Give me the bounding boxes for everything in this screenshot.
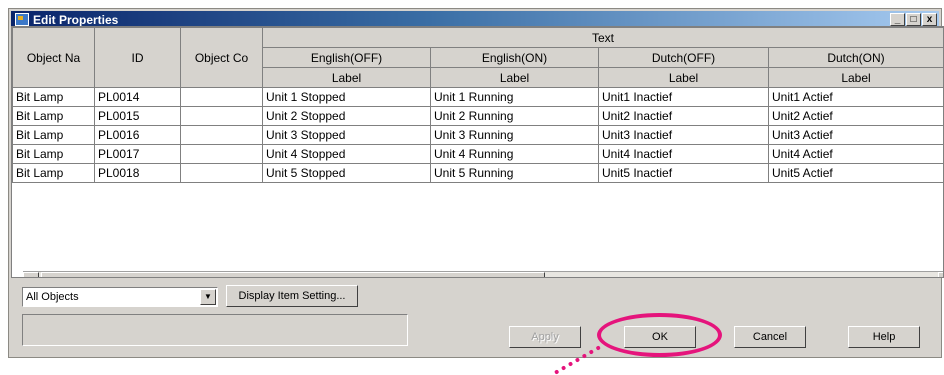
table-cell[interactable]: Unit1 Inactief (598, 87, 769, 107)
scroll-thumb[interactable] (41, 272, 545, 277)
table-cell[interactable]: PL0018 (94, 163, 181, 183)
table-cell[interactable] (180, 106, 263, 126)
display-item-setting-button[interactable]: Display Item Setting... (226, 285, 358, 307)
col-header-object-comment[interactable]: Object Co (180, 27, 263, 88)
chevron-down-icon[interactable]: ▼ (200, 289, 216, 305)
close-button[interactable]: x (922, 13, 937, 26)
table-cell[interactable]: Bit Lamp (12, 87, 95, 107)
cancel-button[interactable]: Cancel (734, 326, 806, 348)
table-cell[interactable]: Unit 1 Stopped (262, 87, 431, 107)
table-cell[interactable]: Unit 4 Stopped (262, 144, 431, 164)
properties-grid[interactable]: Object Na ID Object Co Text English(OFF)… (11, 26, 944, 278)
sub-header-label: Label (262, 67, 431, 88)
table-row[interactable]: Bit Lamp PL0016 Unit 3 Stopped Unit 3 Runni… (12, 125, 943, 145)
table-cell[interactable]: PL0017 (94, 144, 181, 164)
horizontal-scrollbar[interactable]: ◀ ▶ (23, 271, 943, 277)
sub-header-label: Label (767, 67, 943, 88)
table-cell[interactable]: Unit 1 Running (430, 87, 599, 107)
sub-header-label: Label (598, 67, 769, 88)
window-title: Edit Properties (33, 13, 119, 27)
table-cell[interactable]: Unit3 Actief (767, 125, 943, 145)
table-cell[interactable]: Bit Lamp (12, 144, 95, 164)
col-header-english-off[interactable]: English(OFF) (262, 47, 431, 68)
table-cell[interactable]: Unit1 Actief (767, 87, 943, 107)
table-cell[interactable]: Unit5 Inactief (598, 163, 769, 183)
col-header-id[interactable]: ID (94, 27, 181, 88)
table-cell[interactable]: Unit 5 Running (430, 163, 599, 183)
scroll-right-icon[interactable]: ▶ (938, 272, 943, 277)
table-cell[interactable] (180, 163, 263, 183)
table-cell[interactable]: Bit Lamp (12, 106, 95, 126)
table-cell[interactable]: PL0015 (94, 106, 181, 126)
col-header-object-name[interactable]: Object Na (12, 27, 95, 88)
object-filter-select[interactable]: All Objects ▼ (22, 287, 218, 307)
table-cell[interactable]: Unit 2 Stopped (262, 106, 431, 126)
col-header-text-group: Text (261, 27, 943, 48)
table-row[interactable]: Bit Lamp PL0014 Unit 1 Stopped Unit 1 Runni… (12, 87, 943, 107)
table-row[interactable]: Bit Lamp PL0017 Unit 4 Stopped Unit 4 Runni… (12, 144, 943, 164)
col-header-dutch-off[interactable]: Dutch(OFF) (598, 47, 769, 68)
table-cell[interactable]: Bit Lamp (12, 163, 95, 183)
table-row[interactable]: Bit Lamp PL0018 Unit 5 Stopped Unit 5 Runni… (12, 163, 943, 183)
table-cell[interactable]: Bit Lamp (12, 125, 95, 145)
table-cell[interactable]: Unit2 Actief (767, 106, 943, 126)
table-cell[interactable] (180, 125, 263, 145)
table-cell[interactable] (180, 87, 263, 107)
table-cell[interactable]: Unit4 Actief (767, 144, 943, 164)
table-row[interactable]: Bit Lamp PL0015 Unit 2 Stopped Unit 2 Runni… (12, 106, 943, 126)
table-cell[interactable]: Unit 3 Stopped (262, 125, 431, 145)
table-cell[interactable]: PL0014 (94, 87, 181, 107)
maximize-button[interactable]: □ (906, 13, 921, 26)
scroll-left-icon[interactable]: ◀ (23, 272, 39, 277)
help-button[interactable]: Help (848, 326, 920, 348)
minimize-button[interactable]: _ (890, 13, 905, 26)
table-cell[interactable]: Unit 2 Running (430, 106, 599, 126)
table-cell[interactable]: Unit 4 Running (430, 144, 599, 164)
status-panel (22, 314, 408, 346)
table-cell[interactable]: Unit3 Inactief (598, 125, 769, 145)
col-header-english-on[interactable]: English(ON) (430, 47, 599, 68)
table-cell[interactable]: Unit 5 Stopped (262, 163, 431, 183)
table-cell[interactable]: Unit5 Actief (767, 163, 943, 183)
table-cell[interactable]: Unit2 Inactief (598, 106, 769, 126)
object-filter-value: All Objects (26, 291, 79, 303)
table-cell[interactable] (180, 144, 263, 164)
ok-highlight-annotation (597, 313, 722, 357)
table-cell[interactable]: PL0016 (94, 125, 181, 145)
table-cell[interactable]: Unit 3 Running (430, 125, 599, 145)
sub-header-label: Label (430, 67, 599, 88)
app-icon (15, 13, 29, 26)
col-header-dutch-on[interactable]: Dutch(ON) (767, 47, 943, 68)
apply-button[interactable]: Apply (509, 326, 581, 348)
table-cell[interactable]: Unit4 Inactief (598, 144, 769, 164)
